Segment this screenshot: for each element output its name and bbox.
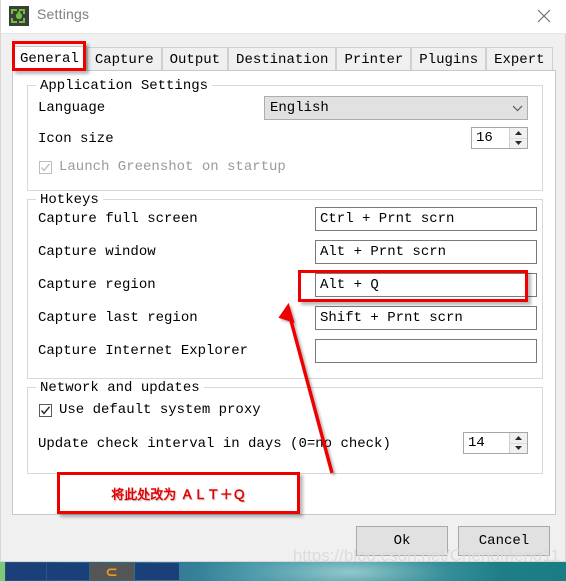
tab-printer[interactable]: Printer	[336, 47, 412, 71]
hotkey-label-internet-explorer: Capture Internet Explorer	[38, 343, 249, 359]
group-application-settings-title: Application Settings	[36, 78, 213, 94]
hotkey-label-region: Capture region	[38, 277, 156, 293]
tab-output[interactable]: Output	[161, 47, 229, 71]
taskbar-item[interactable]	[135, 563, 179, 580]
group-network-and-updates: Network and updates Use default system p…	[27, 380, 543, 474]
tab-general[interactable]: General	[12, 46, 87, 71]
tab-page-general: Application Settings Language English Ic…	[12, 70, 556, 515]
group-application-settings: Application Settings Language English Ic…	[27, 78, 543, 191]
update-interval-stepper[interactable]: 14	[463, 432, 528, 454]
group-network-title: Network and updates	[36, 380, 204, 396]
hotkey-input-last-region[interactable]: Shift + Prnt scrn	[315, 306, 537, 330]
spin-down-icon[interactable]	[510, 444, 527, 454]
tab-capture[interactable]: Capture	[86, 47, 162, 71]
tab-expert[interactable]: Expert	[486, 47, 553, 71]
window-title: Settings	[37, 6, 90, 22]
spin-down-icon[interactable]	[510, 139, 527, 149]
ok-button[interactable]: Ok	[356, 526, 448, 556]
settings-window: Settings General Capture Output Destinat…	[0, 0, 566, 562]
tab-destination[interactable]: Destination	[228, 47, 337, 71]
hotkey-label-window: Capture window	[38, 244, 156, 260]
hotkey-input-internet-explorer[interactable]	[315, 339, 537, 363]
wallpaper-glow	[200, 562, 500, 581]
group-hotkeys-title: Hotkeys	[36, 192, 103, 208]
hotkey-label-full-screen: Capture full screen	[38, 211, 198, 227]
group-hotkeys: Hotkeys Capture full screen Capture wind…	[27, 192, 543, 379]
hotkey-input-full-screen[interactable]: Ctrl + Prnt scrn	[315, 207, 537, 231]
tab-strip: General Capture Output Destination Print…	[12, 46, 556, 71]
close-icon[interactable]	[521, 0, 566, 32]
language-select[interactable]: English	[264, 96, 528, 120]
update-interval-spin-buttons	[509, 433, 527, 453]
hotkey-input-window[interactable]: Alt + Prnt scrn	[315, 240, 537, 264]
launch-on-startup-label: Launch Greenshot on startup	[59, 159, 286, 175]
icon-size-label: Icon size	[38, 131, 114, 147]
title-bar: Settings	[1, 0, 566, 34]
cancel-button[interactable]: Cancel	[458, 526, 550, 556]
greenshot-icon	[9, 6, 29, 26]
checkbox-box	[39, 160, 52, 174]
taskbar-item[interactable]	[6, 563, 46, 580]
taskbar-app-icon: ⊂	[105, 562, 118, 581]
checkbox-box	[39, 403, 52, 417]
taskbar-edge-marker	[0, 562, 5, 581]
taskbar-item[interactable]	[47, 563, 89, 580]
spin-up-icon[interactable]	[510, 433, 527, 444]
icon-size-stepper[interactable]: 16	[471, 127, 528, 149]
use-default-system-proxy-checkbox[interactable]: Use default system proxy	[39, 402, 261, 418]
desktop-taskbar: ⊂	[0, 562, 566, 581]
hotkey-label-last-region: Capture last region	[38, 310, 198, 326]
update-interval-label: Update check interval in days (0=no chec…	[38, 436, 391, 452]
use-default-system-proxy-label: Use default system proxy	[59, 402, 261, 418]
icon-size-value: 16	[476, 130, 493, 146]
tab-plugins[interactable]: Plugins	[411, 47, 487, 71]
language-select-value: English	[270, 100, 329, 116]
chevron-down-icon	[507, 105, 527, 112]
update-interval-value: 14	[468, 435, 485, 451]
launch-on-startup-checkbox[interactable]: Launch Greenshot on startup	[39, 159, 286, 175]
language-label: Language	[38, 100, 106, 116]
hotkey-input-region[interactable]: Alt + Q	[315, 273, 537, 297]
spin-up-icon[interactable]	[510, 128, 527, 139]
icon-size-spin-buttons	[509, 128, 527, 148]
